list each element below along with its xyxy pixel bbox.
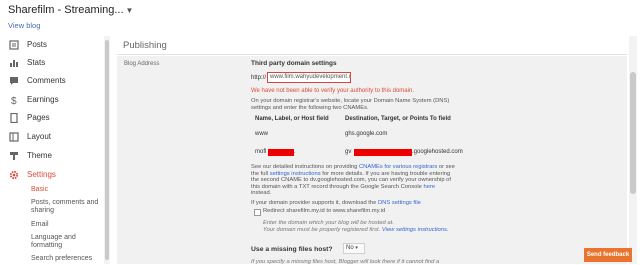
blog-selector[interactable]: Sharefilm - Streaming... ▼: [8, 4, 133, 16]
sidebar-item-pages[interactable]: Pages: [0, 110, 100, 128]
settings-sub-language-formatting[interactable]: Language and formatting: [31, 234, 103, 250]
comments-icon: [10, 77, 18, 85]
dns-settings-file-link[interactable]: DNS settings file: [378, 200, 421, 206]
sidebar-item-layout[interactable]: Layout: [0, 129, 100, 147]
sidebar-item-theme[interactable]: Theme: [0, 148, 100, 166]
redacted-block: [268, 149, 294, 156]
cname-name-2: mofl: [255, 149, 266, 155]
detail-text: See our detailed instructions on providi…: [251, 164, 358, 170]
cname-registrars-link[interactable]: CNAMEs for various registrars: [359, 164, 437, 170]
missing-files-label: Use a missing files host?: [251, 246, 333, 253]
search-console-here-link[interactable]: here: [424, 184, 436, 190]
sidebar-item-label: Posts: [27, 40, 48, 49]
section-title: Publishing: [123, 40, 167, 51]
send-feedback-button[interactable]: Send feedback: [584, 248, 632, 262]
theme-icon: [10, 152, 18, 160]
hosted-note: Enter the domain which your blog will be…: [263, 220, 394, 226]
sidebar-item-label: Earnings: [27, 95, 59, 104]
missing-files-value: No: [346, 245, 354, 251]
column-header-destination: Destination, Target, or Points To field: [345, 116, 451, 122]
redirect-checkbox[interactable]: [254, 209, 261, 216]
settings-gear-icon: [9, 170, 19, 180]
sidebar-item-label: Settings: [27, 170, 56, 179]
settings-instructions-link[interactable]: settings instructions: [270, 171, 321, 177]
settings-sub-email[interactable]: Email: [31, 221, 103, 229]
registered-note-text: Your domain must be properly registered …: [263, 227, 381, 233]
sidebar-item-posts[interactable]: Posts: [0, 37, 100, 55]
dns-text: If your domain provider supports it, dow…: [251, 200, 377, 206]
sidebar-item-label: Comments: [27, 76, 66, 85]
settings-sub-posts-comments-sharing[interactable]: Posts, comments and sharing: [31, 199, 103, 215]
sidebar-item-earnings[interactable]: $ Earnings: [0, 92, 100, 110]
stats-icon: [10, 60, 18, 67]
blog-title[interactable]: Sharefilm - Streaming...: [8, 4, 124, 16]
missing-files-select[interactable]: No ▾: [343, 243, 365, 254]
dns-download-line: If your domain provider supports it, dow…: [251, 200, 421, 207]
domain-input[interactable]: www.film.wahyudevelopment.c: [267, 72, 351, 83]
cname-destination-2-suffix: .googlehosted.com: [412, 149, 463, 155]
redirect-label: Redirect sharefilm.my.id to www.sharefil…: [263, 208, 386, 214]
pages-icon: [10, 113, 18, 123]
chevron-down-icon: ▾: [355, 245, 358, 251]
settings-sub-search-preferences[interactable]: Search preferences: [31, 255, 103, 263]
third-party-domain-settings: Third party domain settings http:// www.…: [251, 56, 501, 265]
missing-files-note: If you specify a missing files host, Blo…: [251, 259, 440, 265]
cname-destination-1: ghs.google.com: [345, 131, 388, 137]
main-content: Publishing Blog Address Third party doma…: [117, 36, 627, 265]
http-prefix: http://: [251, 75, 267, 81]
column-header-name: Name, Label, or Host field: [255, 116, 329, 122]
sidebar-scrollbar-thumb[interactable]: [105, 40, 109, 260]
svg-text:$: $: [11, 96, 17, 105]
view-settings-instructions-link[interactable]: View settings instructions.: [382, 227, 449, 233]
cname-name-2-suffix: .: [294, 149, 296, 155]
section-divider: [117, 54, 627, 55]
registered-note: Your domain must be properly registered …: [263, 227, 449, 234]
sidebar-item-stats[interactable]: Stats: [0, 55, 100, 73]
cname-destination-2: gv: [345, 149, 352, 155]
detail-text: instead.: [251, 190, 272, 197]
sidebar-item-label: Pages: [27, 113, 50, 122]
cname-name-1: www: [255, 131, 268, 137]
view-blog-link[interactable]: View blog: [8, 21, 40, 30]
main-scrollbar-thumb[interactable]: [630, 72, 636, 194]
redacted-block: [354, 149, 412, 156]
sidebar-item-label: Stats: [27, 58, 46, 67]
layout-icon: [9, 132, 19, 142]
blog-address-label: Blog Address: [124, 61, 160, 67]
sidebar-item-settings[interactable]: Settings: [0, 167, 100, 185]
cname-name-2-text: mofl: [255, 149, 267, 155]
sidebar-item-label: Layout: [27, 132, 52, 141]
settings-sub-basic[interactable]: Basic: [31, 186, 103, 194]
posts-icon: [9, 40, 19, 50]
verification-error: We have not been able to verify your aut…: [251, 88, 414, 94]
sidebar: Posts Stats Comments $ Earnings Pages La…: [0, 36, 108, 264]
main-scrollbar[interactable]: [629, 36, 637, 264]
blog-address-panel: Blog Address Third party domain settings…: [117, 56, 627, 265]
dns-instructions: On your domain registrar's website, loca…: [251, 98, 450, 111]
sidebar-item-comments[interactable]: Comments: [0, 73, 100, 91]
earnings-icon: $: [11, 96, 17, 105]
sidebar-item-label: Theme: [27, 151, 52, 160]
top-bar: Sharefilm - Streaming... ▼ View blog: [0, 0, 640, 36]
detailed-instructions: See our detailed instructions on providi…: [251, 164, 455, 197]
sidebar-scrollbar[interactable]: [104, 36, 110, 264]
caret-down-icon[interactable]: ▼: [126, 6, 134, 15]
third-party-title: Third party domain settings: [251, 60, 337, 67]
